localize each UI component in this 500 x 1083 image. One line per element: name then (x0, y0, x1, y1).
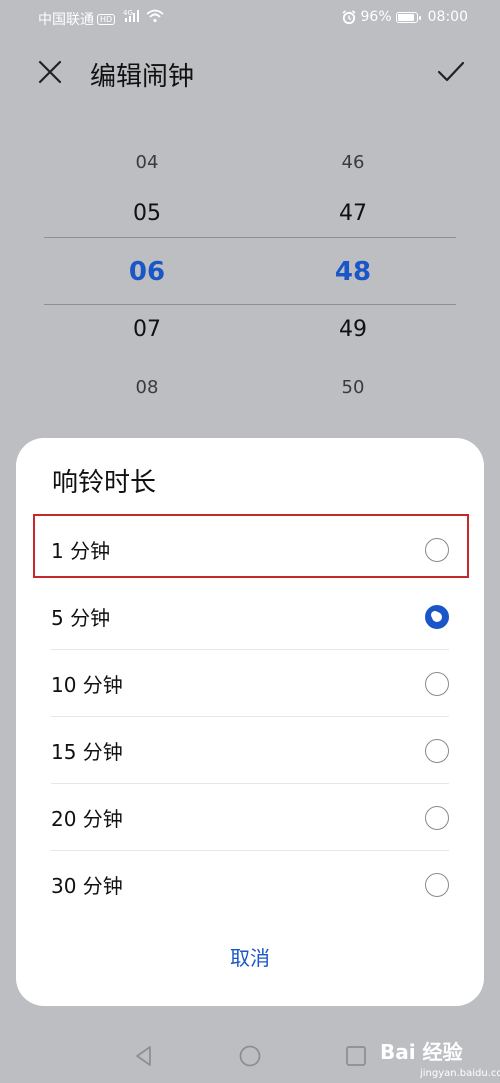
minute-option[interactable]: 50 (293, 365, 413, 416)
picker-divider-bottom (44, 304, 456, 305)
selected-minute[interactable]: 48 (293, 249, 413, 307)
radio-button[interactable] (425, 671, 449, 696)
minute-wheel[interactable]: 46 47 48 49 50 (293, 140, 413, 416)
radio-button[interactable] (425, 872, 449, 897)
alarm-icon (341, 10, 356, 25)
hour-option[interactable]: 05 (87, 191, 207, 249)
duration-option-15min[interactable]: 15 分钟 (51, 717, 449, 784)
svg-text:4G: 4G (123, 9, 133, 17)
hour-option[interactable]: 07 (87, 307, 207, 365)
watermark-brand: Bai 经验 (380, 1040, 463, 1064)
signal-wifi-icons: 4G (123, 8, 167, 28)
cancel-button[interactable]: 取消 (16, 942, 484, 971)
duration-option-10min[interactable]: 10 分钟 (51, 650, 449, 717)
carrier-label: 中国联通 HD (38, 9, 116, 29)
duration-option-1min[interactable]: 1 分钟 (51, 516, 449, 583)
battery-percent: 96% (360, 9, 392, 25)
radio-button[interactable] (425, 805, 449, 830)
picker-divider-top (44, 237, 456, 238)
battery-icon (395, 11, 421, 23)
minute-option[interactable]: 46 (293, 140, 413, 191)
hour-wheel[interactable]: 04 05 06 07 08 (87, 140, 207, 416)
watermark-url: jingyan.baidu.com (420, 1068, 500, 1079)
radio-button[interactable] (425, 537, 449, 562)
status-right: 96% 08:00 (341, 9, 468, 25)
recents-icon[interactable] (344, 1044, 368, 1068)
sheet-title: 响铃时长 (52, 468, 157, 498)
clock: 08:00 (427, 9, 468, 25)
duration-option-20min[interactable]: 20 分钟 (51, 784, 449, 851)
status-bar: 中国联通 HD 4G 96% 08:00 (0, 0, 500, 36)
radio-button[interactable] (425, 604, 449, 629)
baidu-watermark: Bai 经验 jingyan.baidu.com (380, 1036, 500, 1079)
radio-button[interactable] (425, 738, 449, 763)
option-label: 10 分钟 (51, 673, 123, 697)
ring-duration-sheet: 响铃时长 1 分钟 5 分钟 10 分钟 15 分钟 20 分钟 30 分钟 取… (16, 438, 484, 1006)
home-icon[interactable] (238, 1044, 262, 1068)
option-label: 1 分钟 (51, 539, 111, 563)
duration-option-30min[interactable]: 30 分钟 (51, 851, 449, 918)
hd-badge: HD (97, 14, 116, 25)
option-label: 5 分钟 (51, 606, 111, 630)
minute-option[interactable]: 49 (293, 307, 413, 365)
signal-icon: 4G (123, 9, 164, 23)
hour-option[interactable]: 08 (87, 365, 207, 416)
selected-hour[interactable]: 06 (87, 249, 207, 307)
page-title: 编辑闹钟 (90, 62, 195, 92)
option-label: 20 分钟 (51, 807, 123, 831)
back-icon[interactable] (132, 1044, 156, 1068)
option-label: 30 分钟 (51, 874, 123, 898)
close-icon[interactable] (36, 58, 64, 86)
confirm-check-icon[interactable] (436, 58, 466, 86)
duration-option-5min[interactable]: 5 分钟 (51, 583, 449, 650)
hour-option[interactable]: 04 (87, 140, 207, 191)
minute-option[interactable]: 47 (293, 191, 413, 249)
option-label: 15 分钟 (51, 740, 123, 764)
